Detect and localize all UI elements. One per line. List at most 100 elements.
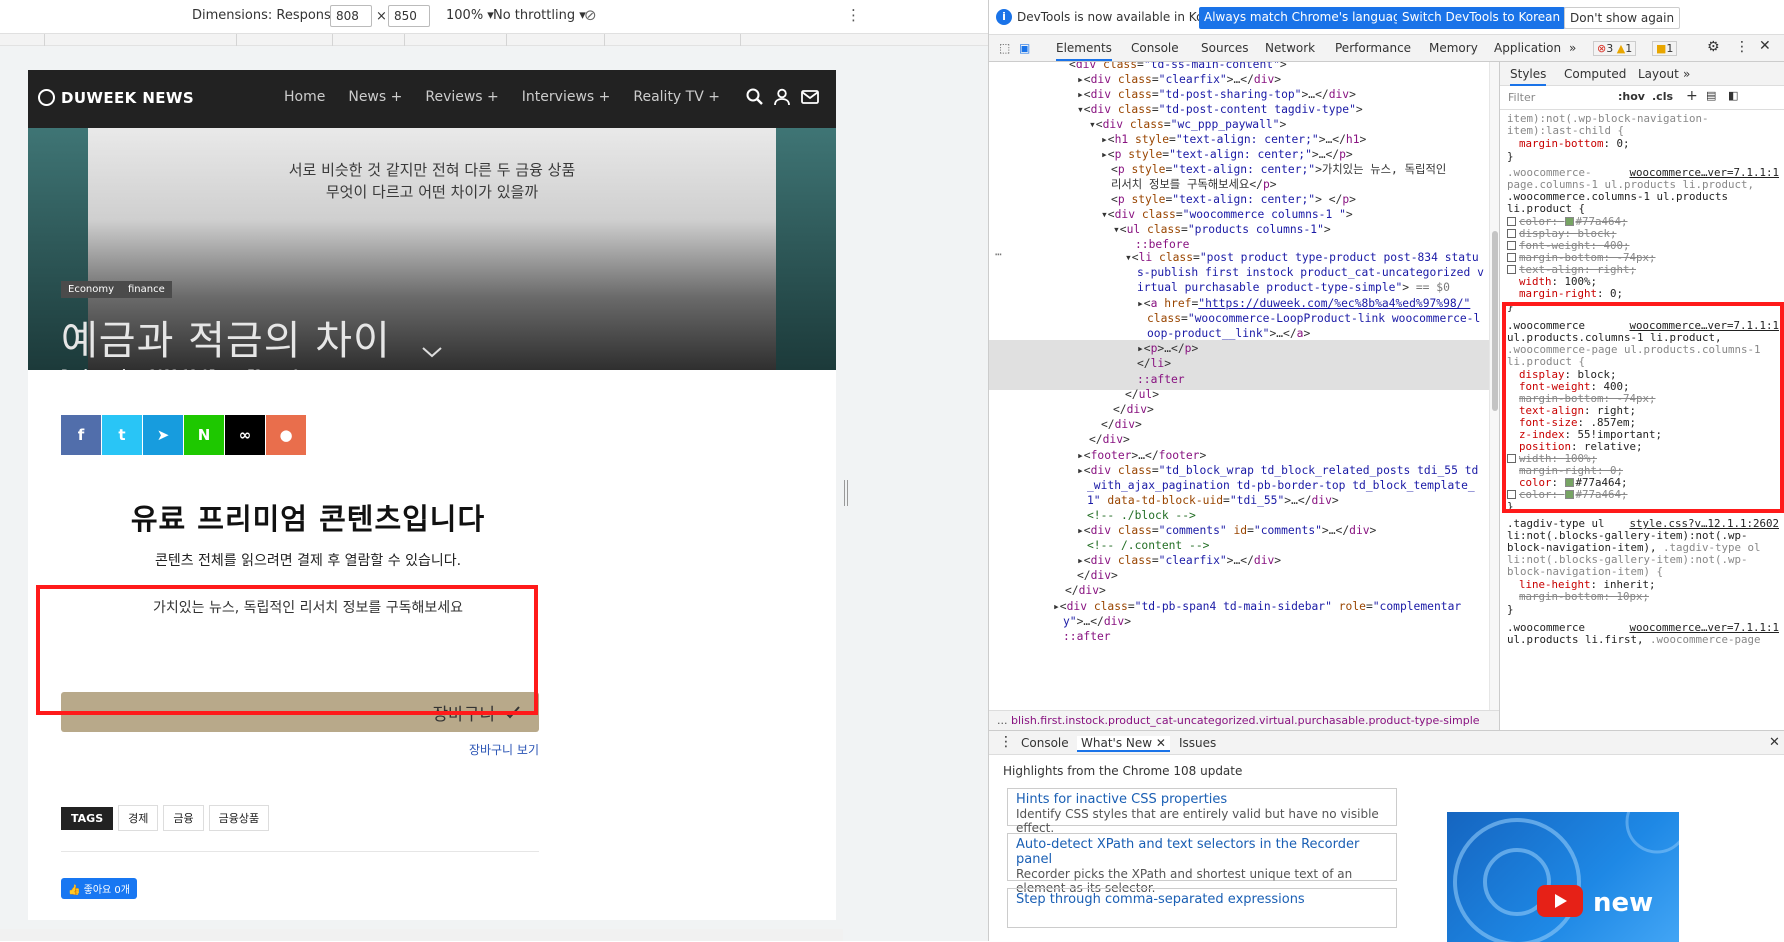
- height-input[interactable]: [388, 5, 430, 27]
- dom-node[interactable]: ▸<div class="comments" id="comments">…</…: [1077, 523, 1376, 538]
- site-logo[interactable]: DUWEEK NEWS: [38, 89, 194, 107]
- width-input[interactable]: [330, 5, 372, 27]
- chevron-down-icon[interactable]: [421, 346, 443, 358]
- drawer-tab-whats-new[interactable]: What's New ✕: [1077, 736, 1170, 752]
- tab-sources[interactable]: Sources: [1201, 41, 1248, 55]
- zoom-dropdown[interactable]: 100% ▾: [446, 8, 494, 23]
- telegram-share-button[interactable]: ➤: [143, 415, 183, 455]
- dom-node[interactable]: </li>: [1137, 356, 1171, 371]
- whats-new-card[interactable]: Hints for inactive CSS properties Identi…: [1007, 788, 1397, 835]
- drawer-tab-console[interactable]: Console: [1021, 736, 1069, 750]
- node-actions-icon[interactable]: ⋯: [995, 247, 1002, 262]
- dom-node[interactable]: </div>: [1089, 432, 1130, 447]
- tag-economy[interactable]: 경제: [118, 805, 159, 831]
- dom-node[interactable]: ▸<div class="clearfix">…</div>: [1077, 72, 1281, 87]
- node-breadcrumb[interactable]: ... blish.first.instock.product_cat-unca…: [989, 710, 1499, 730]
- twitter-share-button[interactable]: t: [102, 415, 142, 455]
- dom-comment[interactable]: <!-- ./block -->: [1087, 508, 1196, 523]
- switch-korean-button[interactable]: Switch DevTools to Korean: [1397, 7, 1566, 29]
- resize-handle-bottom[interactable]: [0, 929, 843, 941]
- whats-new-card[interactable]: Auto-detect XPath and text selectors in …: [1007, 833, 1397, 895]
- tab-application[interactable]: Application: [1494, 41, 1561, 55]
- inspect-icon[interactable]: ⬚: [999, 41, 1010, 55]
- dom-node[interactable]: </div>: [1065, 583, 1106, 598]
- dom-node[interactable]: <p style="text-align: center;"> </p>: [1111, 192, 1356, 207]
- dom-node[interactable]: ▸<h1 style="text-align: center;">…</h1>: [1101, 132, 1366, 147]
- tab-network[interactable]: Network: [1265, 41, 1315, 55]
- dom-comment[interactable]: <!-- /.content -->: [1087, 538, 1209, 553]
- dom-node[interactable]: </div>: [1077, 568, 1118, 583]
- dom-node[interactable]: ::after: [1063, 629, 1111, 644]
- user-icon[interactable]: [772, 87, 792, 107]
- nav-reality-tv[interactable]: Reality TV +: [633, 89, 720, 105]
- whats-new-card[interactable]: Step through comma-separated expressions: [1007, 888, 1397, 928]
- youtube-play-icon[interactable]: [1537, 885, 1583, 917]
- tab-styles[interactable]: Styles: [1510, 67, 1547, 86]
- category-finance[interactable]: finance: [121, 281, 172, 298]
- dom-node[interactable]: ▾<div class="td-post-content tagdiv-type…: [1077, 102, 1363, 117]
- close-devtools-icon[interactable]: ✕: [1759, 38, 1771, 54]
- tag-finance-products[interactable]: 금융상품: [208, 805, 270, 831]
- facebook-like-button[interactable]: 👍 좋아요 0개: [61, 878, 137, 899]
- mail-icon[interactable]: [800, 87, 820, 107]
- video-thumbnail[interactable]: new: [1447, 812, 1679, 942]
- close-drawer-icon[interactable]: ✕: [1769, 735, 1780, 750]
- resize-handle-right[interactable]: [844, 480, 848, 506]
- issues-counter[interactable]: ■1: [1652, 41, 1678, 56]
- tag-finance[interactable]: 금융: [163, 805, 204, 831]
- dom-node[interactable]: ▸<footer>…</footer>: [1077, 448, 1206, 463]
- gear-icon[interactable]: ⚙: [1707, 39, 1720, 55]
- dom-node[interactable]: <div class="td-ss-main-content">: [1069, 62, 1287, 72]
- more-tabs[interactable]: »: [1569, 41, 1576, 55]
- dom-node[interactable]: </div>: [1113, 402, 1154, 417]
- dom-node[interactable]: <p style="text-align: center;">가치있는 뉴스, …: [1111, 162, 1446, 177]
- dom-node[interactable]: </ul>: [1125, 387, 1159, 402]
- tab-layout[interactable]: Layout: [1638, 67, 1679, 81]
- device-toggle-icon[interactable]: ▣: [1019, 41, 1030, 55]
- kebab-menu-icon[interactable]: ⋮: [1735, 39, 1749, 55]
- dom-node[interactable]: ▸<p style="text-align: center;">…</p>: [1101, 147, 1353, 162]
- error-warning-counter[interactable]: ⊗3 ▲1: [1593, 41, 1637, 56]
- match-language-button[interactable]: Always match Chrome's language: [1199, 7, 1413, 29]
- css-declaration[interactable]: margin-right: 0;: [1519, 287, 1623, 300]
- add-rule-icon[interactable]: +: [1686, 88, 1698, 104]
- author-link[interactable]: duweek: [79, 367, 129, 370]
- sidebar-toggle-icon[interactable]: ◧: [1728, 89, 1738, 102]
- tab-elements[interactable]: Elements: [1056, 41, 1112, 61]
- facebook-share-button[interactable]: f: [61, 415, 101, 455]
- css-declaration[interactable]: margin-bottom: 0;: [1519, 137, 1630, 150]
- tab-computed[interactable]: Computed: [1564, 67, 1626, 81]
- dom-node[interactable]: ▸<div class="td_block_wrap td_block_rela…: [1077, 463, 1478, 478]
- close-tab-icon[interactable]: ✕: [1156, 736, 1166, 750]
- dom-node[interactable]: ▸<a href="https://duweek.com/%ec%8b%a4%e…: [1137, 296, 1470, 311]
- more-options-icon[interactable]: ⋮: [846, 6, 861, 24]
- rotate-icon[interactable]: ⊘: [584, 6, 597, 24]
- tab-performance[interactable]: Performance: [1335, 41, 1411, 55]
- cls-toggle[interactable]: .cls: [1652, 90, 1673, 103]
- tab-memory[interactable]: Memory: [1429, 41, 1478, 55]
- dom-node[interactable]: ▸<div class="td-post-sharing-top">…</div…: [1077, 87, 1356, 102]
- filter-input[interactable]: Filter: [1508, 91, 1535, 104]
- css-declaration[interactable]: margin-bottom: 10px;: [1519, 590, 1649, 603]
- view-cart-link[interactable]: 장바구니 보기: [28, 741, 539, 758]
- naver-share-button[interactable]: N: [184, 415, 224, 455]
- dom-node[interactable]: ▾<div class="wc_ppp_paywall">: [1089, 117, 1286, 132]
- dom-node[interactable]: ▸<div class="td-pb-span4 td-main-sidebar…: [1053, 599, 1461, 614]
- copy-link-button[interactable]: ∞: [225, 415, 265, 455]
- hov-toggle[interactable]: :hov: [1618, 90, 1645, 103]
- drawer-tab-issues[interactable]: Issues: [1179, 736, 1216, 750]
- dom-scrollbar[interactable]: [1489, 62, 1499, 710]
- paint-icon[interactable]: ▤: [1706, 89, 1716, 102]
- dont-show-button[interactable]: Don't show again: [1564, 7, 1681, 29]
- tab-console[interactable]: Console: [1131, 41, 1179, 55]
- dom-node[interactable]: ▾<ul class="products columns-1">: [1113, 222, 1331, 237]
- throttling-dropdown[interactable]: No throttling ▾: [493, 8, 586, 23]
- category-economy[interactable]: Economy: [61, 281, 122, 298]
- nav-reviews[interactable]: Reviews +: [425, 89, 498, 105]
- search-icon[interactable]: [745, 87, 765, 107]
- dom-node[interactable]: ▸<p>…</p>: [1137, 341, 1198, 356]
- dom-node[interactable]: ::after: [1137, 372, 1185, 387]
- drawer-menu-icon[interactable]: ⋮: [999, 734, 1013, 750]
- nav-news[interactable]: News +: [348, 89, 402, 105]
- dom-node-selected[interactable]: ▾<li class="post product type-product po…: [1125, 250, 1479, 265]
